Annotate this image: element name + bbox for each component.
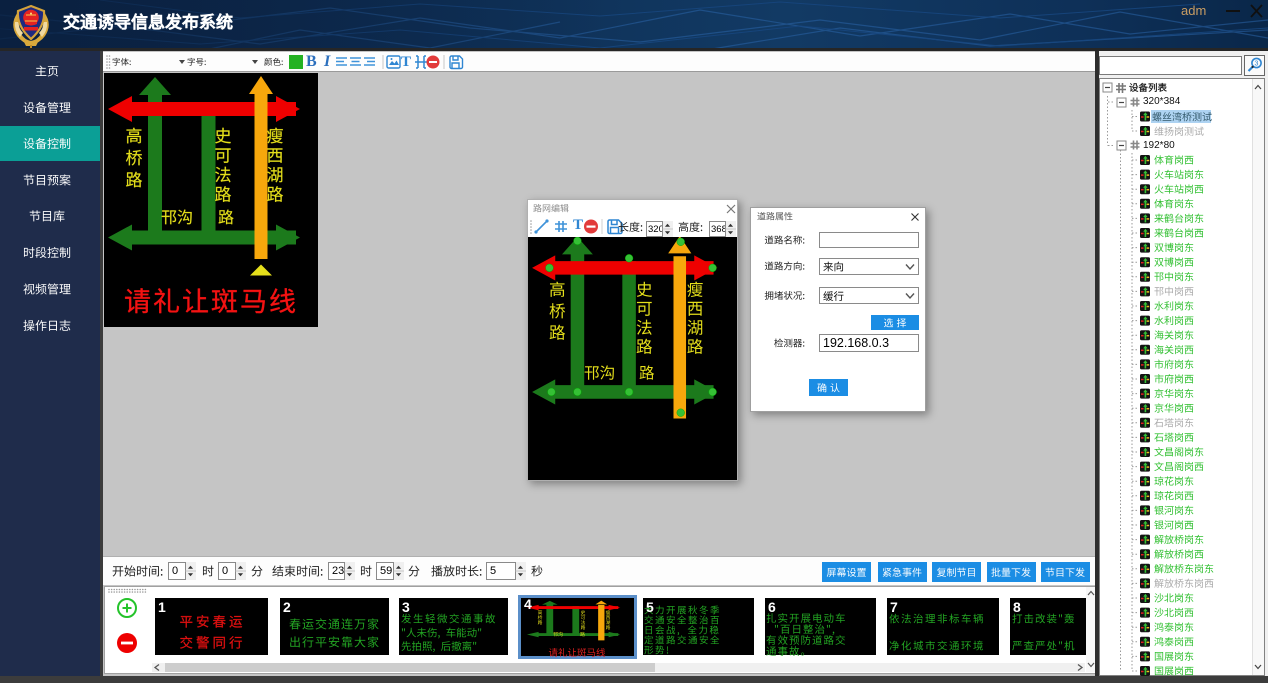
svg-text:3: 3 [1255, 61, 1259, 68]
